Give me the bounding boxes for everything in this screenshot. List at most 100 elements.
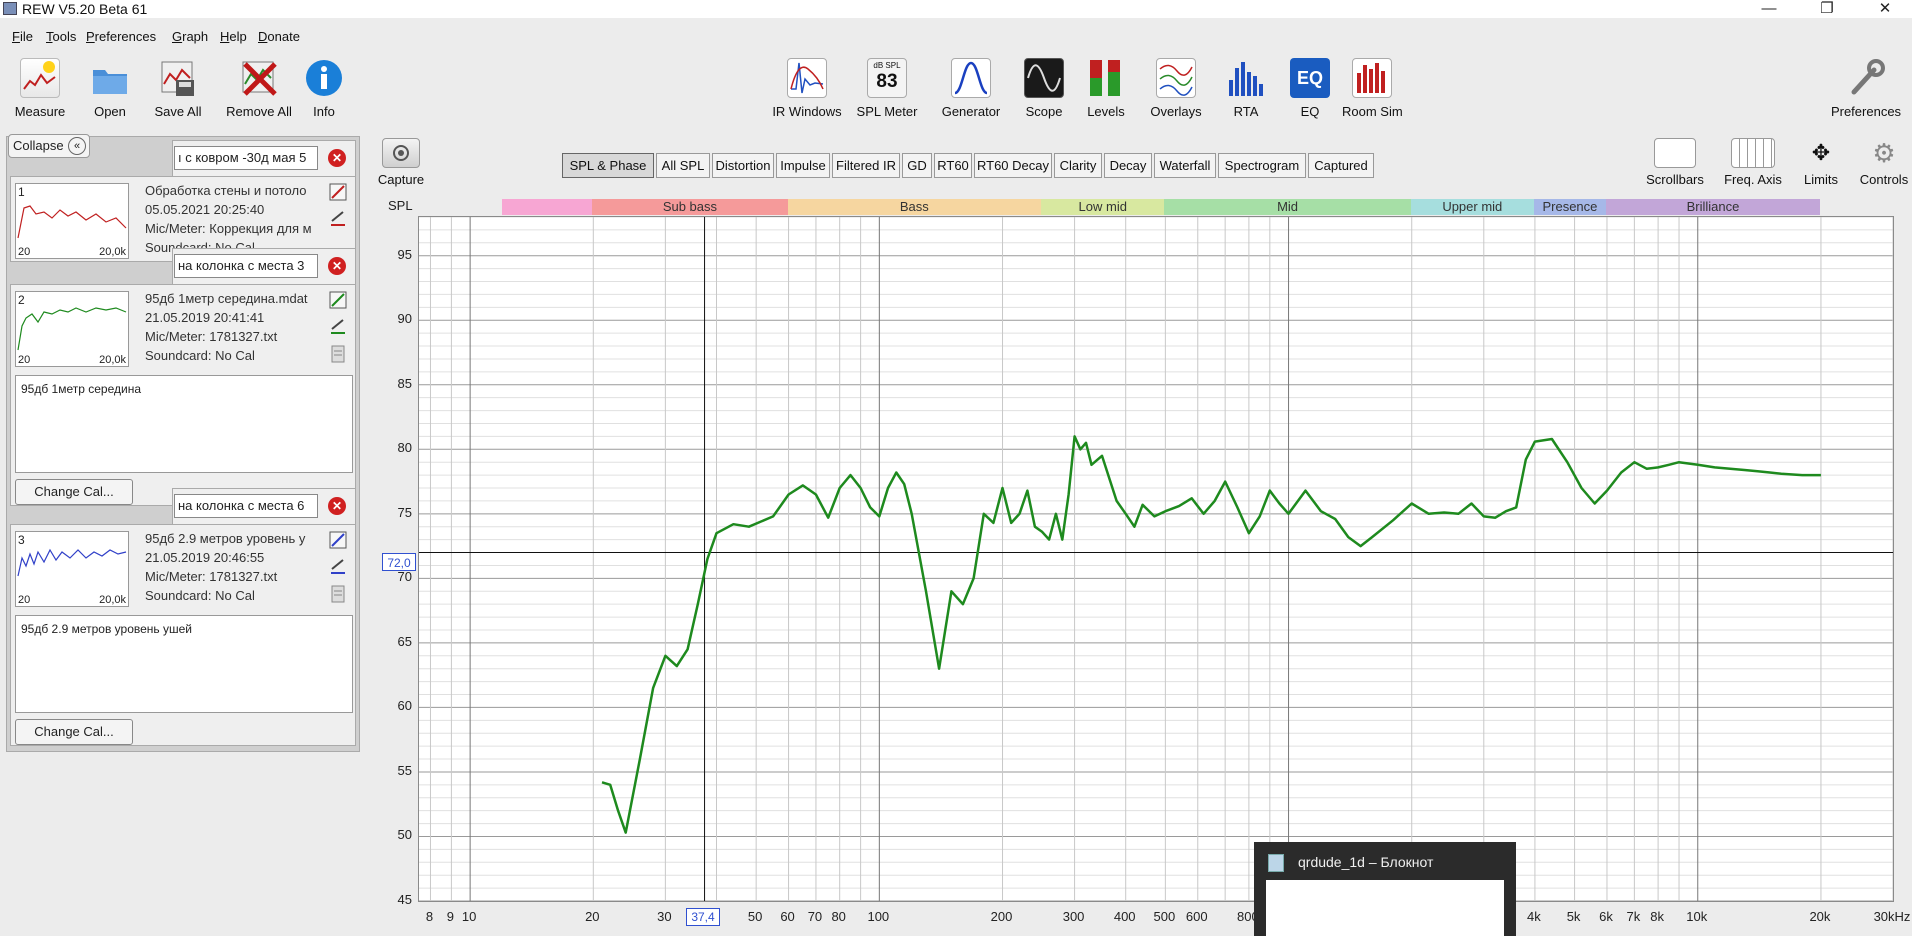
eq-button[interactable]: EQ EQ — [1290, 58, 1330, 119]
preferences-button[interactable]: Preferences — [1826, 58, 1906, 119]
eq-label: EQ — [1300, 104, 1320, 119]
tab-waterfall[interactable]: Waterfall — [1154, 153, 1216, 178]
x-tick-label: 300 — [1062, 909, 1085, 924]
y-tick-label: 45 — [397, 892, 412, 907]
cursor-y-readout: 72,0 — [382, 553, 416, 571]
measurement-2-card[interactable]: 2 20 20,0k 95дб 1метр середина.mdat 21.0… — [10, 284, 356, 506]
rta-button[interactable]: RTA — [1226, 58, 1266, 119]
tab-impulse[interactable]: Impulse — [776, 153, 830, 178]
menu-help[interactable]: Help — [220, 29, 247, 44]
measurement-2-notes-icon[interactable] — [329, 345, 347, 363]
x-tick-label: 6k — [1599, 909, 1613, 924]
menu-donate[interactable]: Donate — [258, 29, 300, 44]
levels-button[interactable]: Levels — [1086, 58, 1126, 119]
measurement-1-color-icon[interactable] — [329, 209, 347, 227]
folder-icon — [90, 58, 130, 98]
measurement-2-color-icon[interactable] — [329, 317, 347, 335]
scope-button[interactable]: Scope — [1024, 58, 1064, 119]
measurement-3-card[interactable]: 3 20 20,0k 95дб 2.9 метров уровень у 21.… — [10, 524, 356, 746]
minimize-button[interactable]: — — [1746, 0, 1792, 18]
gear-icon: ⚙ — [1872, 138, 1896, 168]
measure-button[interactable]: Measure — [10, 58, 70, 119]
measurement-1-title: Обработка стены и потоло — [145, 183, 307, 198]
save-all-button[interactable]: Save All — [148, 58, 208, 119]
collapse-button[interactable]: Collapse « — [8, 134, 90, 158]
limits-button[interactable]: ✥ Limits — [1796, 138, 1846, 187]
x-tick-label: 200 — [990, 909, 1013, 924]
x-tick-label: 50 — [747, 909, 763, 924]
measurement-3-color-icon[interactable] — [329, 557, 347, 575]
notepad-taskbar-preview[interactable]: qrdude_1d – Блокнот — [1254, 842, 1516, 936]
restore-button[interactable]: ❐ — [1804, 0, 1850, 18]
tab-rt60[interactable]: RT60 — [934, 153, 972, 178]
measurement-3-graph-icon[interactable] — [329, 531, 347, 549]
tab-distortion[interactable]: Distortion — [712, 153, 774, 178]
ir-windows-button[interactable]: IR Windows — [772, 58, 842, 119]
measurement-2-mic: Mic/Meter: 1781327.txt — [145, 329, 278, 344]
measurement-2-graph-icon[interactable] — [329, 291, 347, 309]
measurement-2-change-cal-button[interactable]: Change Cal... — [15, 479, 133, 505]
measurement-2-remove-icon[interactable]: ✕ — [328, 257, 346, 275]
spl-graph[interactable] — [418, 216, 1894, 902]
tab-spectrogram[interactable]: Spectrogram — [1218, 153, 1306, 178]
measurement-2-name[interactable]: на колонка с места 3 — [174, 254, 318, 278]
close-window-button[interactable]: ✕ — [1862, 0, 1908, 18]
measurement-2-date: 21.05.2019 20:41:41 — [145, 310, 265, 325]
tab-captured[interactable]: Captured — [1308, 153, 1374, 178]
band-brilliance: Brilliance — [1605, 199, 1820, 215]
x-tick-label: 600 — [1185, 909, 1208, 924]
measure-icon — [20, 58, 60, 98]
freq-axis-button[interactable]: Freq. Axis — [1716, 138, 1790, 187]
tab-rt60-decay[interactable]: RT60 Decay — [974, 153, 1052, 178]
measurement-1-mic: Mic/Meter: Коррекция для м — [145, 221, 312, 236]
menu-file[interactable]: File — [12, 29, 33, 44]
measurement-3-change-cal-button[interactable]: Change Cal... — [15, 719, 133, 745]
tab-spl-phase[interactable]: SPL & Phase — [562, 153, 654, 178]
ir-windows-label: IR Windows — [772, 104, 842, 119]
info-button[interactable]: Info — [304, 58, 344, 119]
measurement-1-graph-icon[interactable] — [329, 183, 347, 201]
tab-decay[interactable]: Decay — [1104, 153, 1152, 178]
measurement-2-soundcard: Soundcard: No Cal — [145, 348, 255, 363]
save-all-label: Save All — [154, 104, 202, 119]
remove-all-button[interactable]: Remove All — [224, 58, 294, 119]
capture-button[interactable]: Capture — [376, 138, 426, 187]
generator-button[interactable]: Generator — [938, 58, 1004, 119]
measurement-1-name[interactable]: ı с ковром -30д мая 5 — [174, 146, 318, 170]
room-sim-button[interactable]: Room Sim — [1342, 58, 1403, 119]
tab-gd[interactable]: GD — [902, 153, 932, 178]
band-low-mid: Low mid — [1041, 199, 1165, 215]
tab-filtered-ir[interactable]: Filtered IR — [832, 153, 900, 178]
tab-clarity[interactable]: Clarity — [1054, 153, 1102, 178]
save-all-icon — [158, 58, 198, 98]
scrollbars-button[interactable]: Scrollbars — [1640, 138, 1710, 187]
x-tick-label: 100 — [867, 909, 890, 924]
measurement-3-name[interactable]: на колонка с места 6 — [174, 494, 318, 518]
notepad-icon — [1268, 854, 1284, 872]
capture-label: Capture — [377, 172, 425, 187]
overlays-button[interactable]: Overlays — [1146, 58, 1206, 119]
menu-preferences[interactable]: Preferences — [86, 29, 156, 44]
measurement-3-date: 21.05.2019 20:46:55 — [145, 550, 265, 565]
overlays-label: Overlays — [1150, 104, 1202, 119]
spl-meter-icon: dB SPL 83 — [867, 58, 907, 98]
measurement-3-notes-icon[interactable] — [329, 585, 347, 603]
menu-tools[interactable]: Tools — [46, 29, 76, 44]
measurement-1-remove-icon[interactable]: ✕ — [328, 149, 346, 167]
controls-button[interactable]: ⚙ Controls — [1856, 138, 1912, 187]
cursor-x-readout: 37,4 — [686, 908, 720, 926]
tab-all-spl[interactable]: All SPL — [656, 153, 710, 178]
open-button[interactable]: Open — [80, 58, 140, 119]
measurement-3-remove-icon[interactable]: ✕ — [328, 497, 346, 515]
measurement-2-notes[interactable]: 95дб 1метр середина — [15, 375, 353, 473]
menu-graph[interactable]: Graph — [172, 29, 208, 44]
measurement-3-soundcard: Soundcard: No Cal — [145, 588, 255, 603]
x-tick-label: 8 — [425, 909, 434, 924]
measurement-3-notes[interactable]: 95дб 2.9 метров уровень ушей — [15, 615, 353, 713]
spl-plot — [419, 216, 1894, 902]
y-tick-label: 55 — [397, 762, 412, 778]
x-tick-label: 20 — [585, 909, 600, 924]
spl-meter-button[interactable]: dB SPL 83 SPL Meter — [852, 58, 922, 119]
rta-icon — [1226, 58, 1266, 98]
spl-meter-value: 83 — [876, 71, 898, 92]
